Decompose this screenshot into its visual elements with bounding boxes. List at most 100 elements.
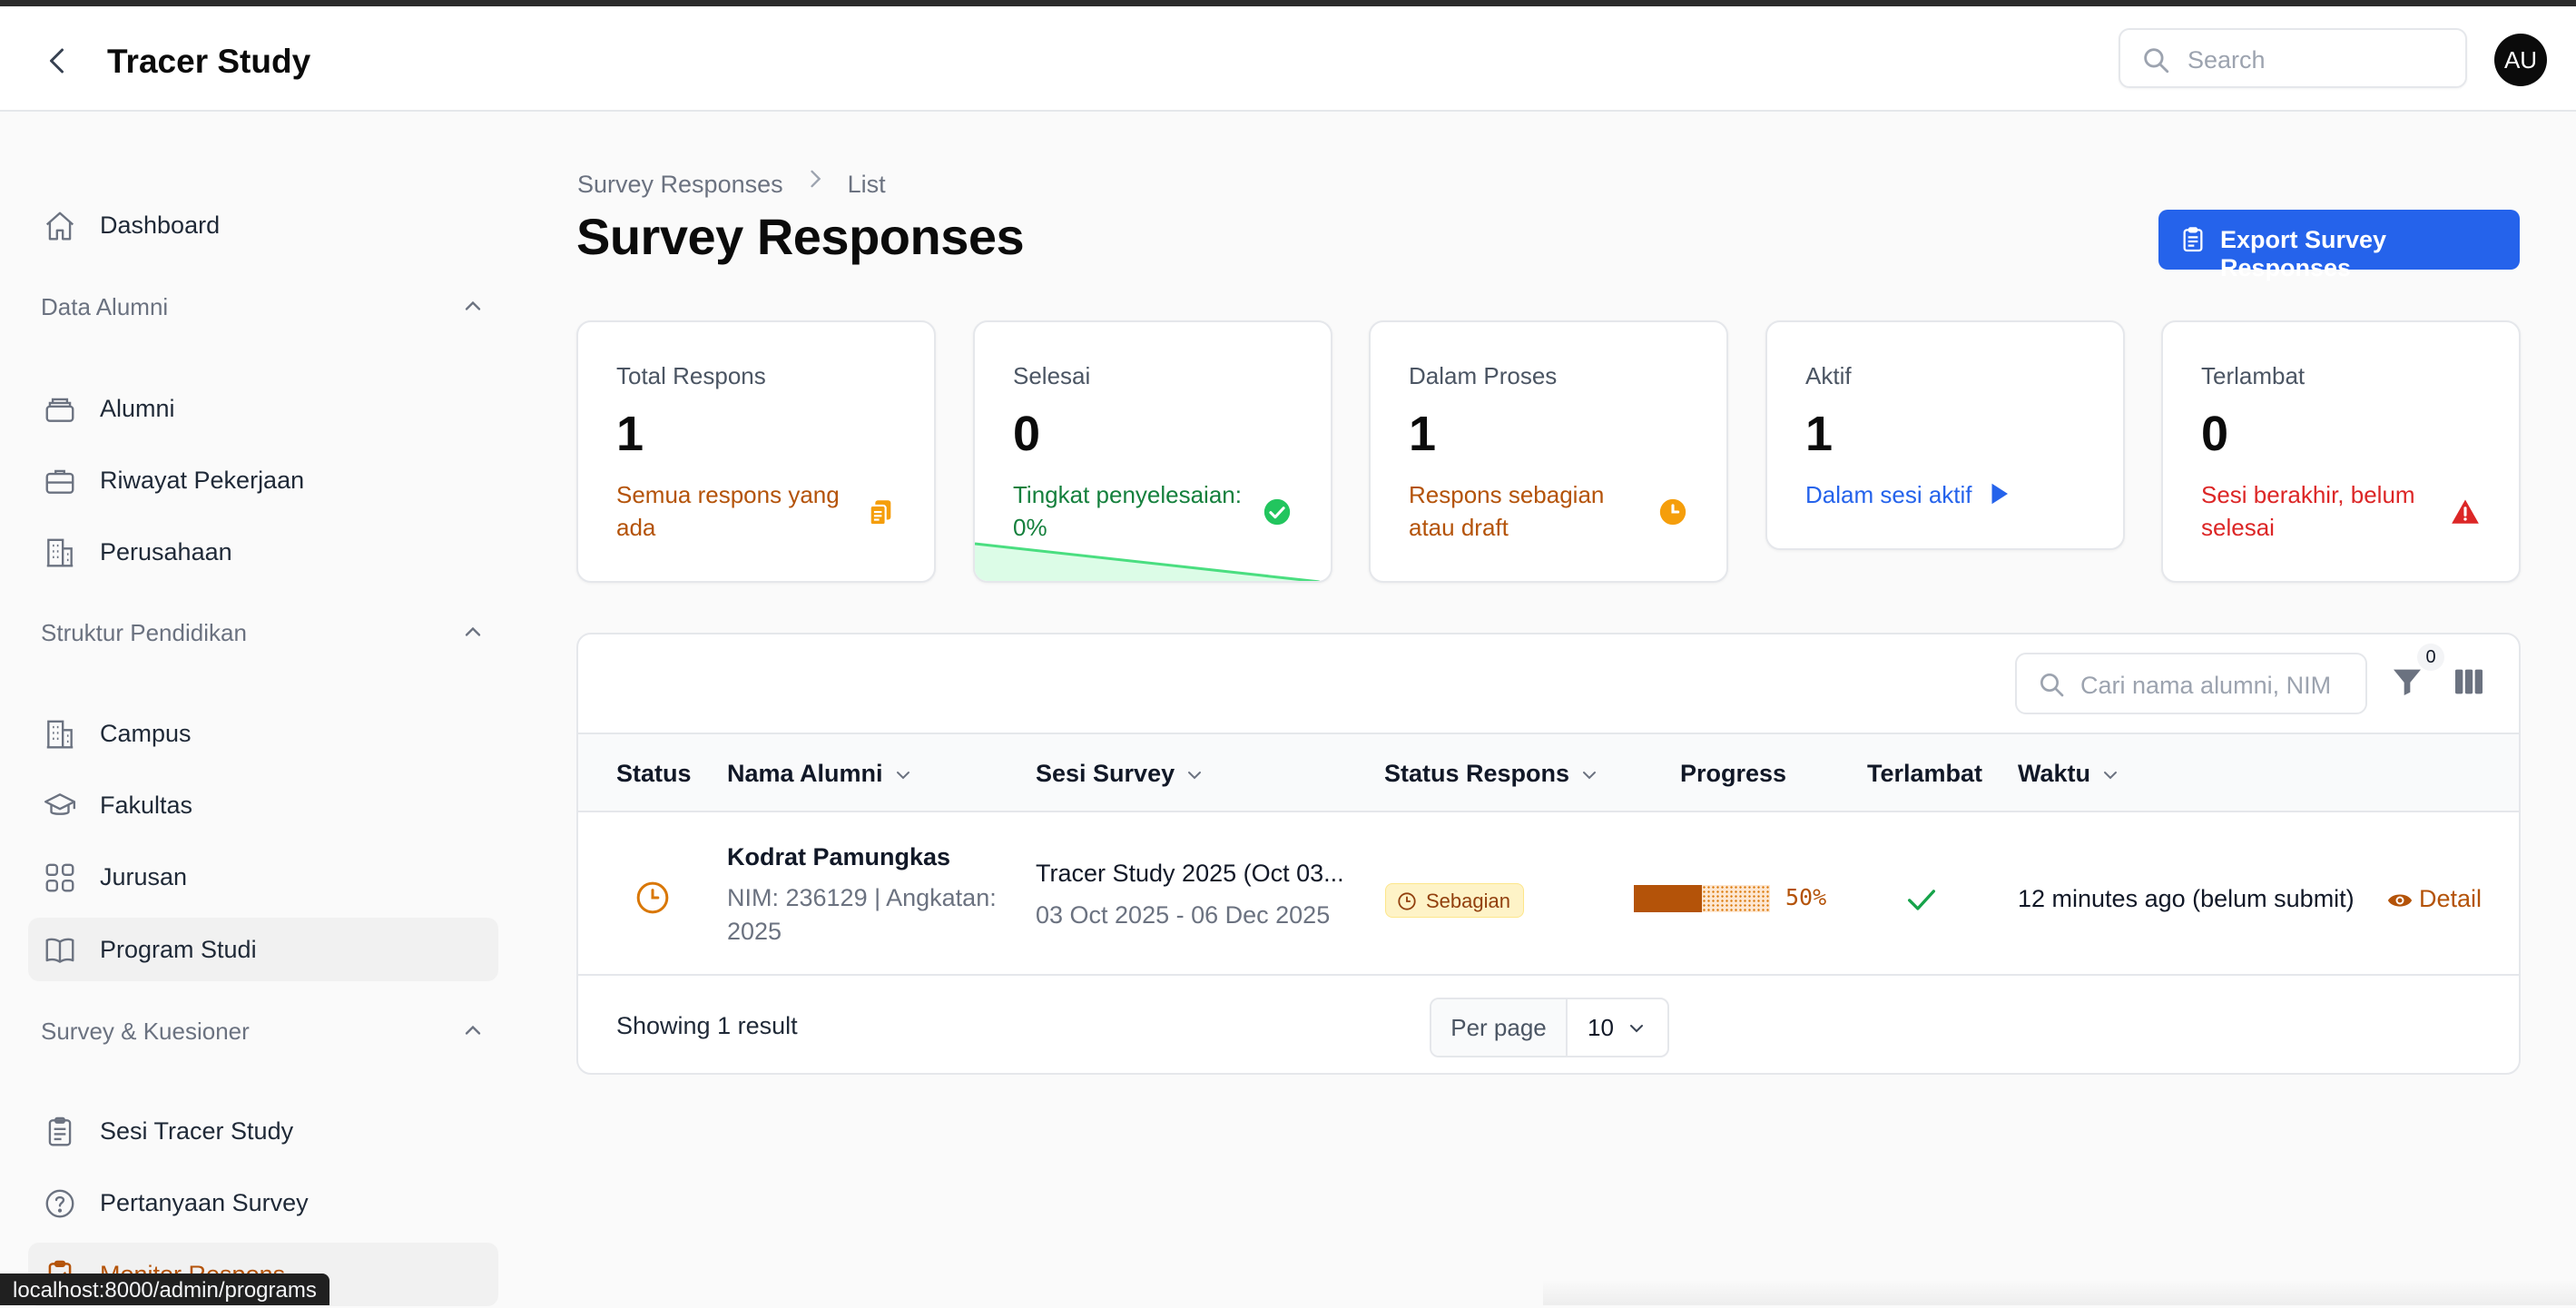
per-page-select[interactable]: Per page 10 xyxy=(1430,998,1669,1057)
documents-icon xyxy=(869,500,891,526)
sidebar-item-label: Dashboard xyxy=(100,211,221,239)
column-header-sesi-survey[interactable]: Sesi Survey xyxy=(1036,760,1205,788)
bottom-shadow xyxy=(1543,1280,2576,1305)
table-footer: Showing 1 result Per page 10 xyxy=(578,976,2519,1073)
filter-icon[interactable] xyxy=(2389,664,2425,700)
briefcase-icon xyxy=(45,469,74,494)
sidebar-item-perusahaan[interactable]: Perusahaan xyxy=(28,520,498,584)
column-header-status-respons[interactable]: Status Respons xyxy=(1384,760,1600,788)
avatar[interactable]: AU xyxy=(2494,34,2547,86)
chevron-up-icon[interactable] xyxy=(460,619,486,644)
building-icon xyxy=(46,720,74,749)
completion-sparkline xyxy=(975,542,1321,581)
sidebar-item-label: Alumni xyxy=(100,395,175,422)
stat-value: 1 xyxy=(1409,407,1437,461)
nav-group-label: Survey & Kuesioner xyxy=(41,1018,250,1045)
clipboard-icon xyxy=(2183,227,2203,252)
progress-percent: 50% xyxy=(1785,884,1827,910)
stat-card-selesai: Selesai 0 Tingkat penyelesaian: 0% xyxy=(973,320,1332,583)
sidebar-item-jurusan[interactable]: Jurusan xyxy=(28,845,498,909)
stat-value: 0 xyxy=(2201,407,2229,461)
sidebar-item-label: Fakultas xyxy=(100,792,193,819)
play-icon xyxy=(1991,483,2008,505)
column-header-progress: Progress xyxy=(1680,760,1787,787)
check-circle-icon xyxy=(1263,498,1291,526)
results-summary: Showing 1 result xyxy=(616,1012,798,1039)
browser-status-url: localhost:8000/admin/programs xyxy=(0,1274,329,1305)
sidebar-item-label: Campus xyxy=(100,720,192,747)
nav-group-label: Struktur Pendidikan xyxy=(41,619,247,646)
table-row[interactable]: Kodrat Pamungkas NIM: 236129 | Angkatan:… xyxy=(578,812,2519,976)
sidebar-item-riwayat-pekerjaan[interactable]: Riwayat Pekerjaan xyxy=(28,448,498,512)
export-button-label: Export Survey Responses xyxy=(2220,226,2387,281)
progress-bar-fill xyxy=(1634,885,1702,912)
stat-description: Dalam sesi aktif xyxy=(1805,481,1972,508)
chevron-right-icon xyxy=(811,170,821,188)
column-header-terlambat: Terlambat xyxy=(1867,760,1983,787)
sidebar-item-dashboard[interactable]: Dashboard xyxy=(28,193,498,257)
export-survey-responses-button[interactable]: Export Survey Responses xyxy=(2158,210,2520,281)
session-dates: 03 Oct 2025 - 06 Dec 2025 xyxy=(1036,901,1331,929)
book-open-icon xyxy=(45,938,74,963)
chevron-down-icon xyxy=(2104,771,2117,780)
clock-icon xyxy=(1398,892,1416,910)
alumni-name: Kodrat Pamungkas xyxy=(727,843,951,870)
stat-description: Tingkat penyelesaian: 0% xyxy=(1013,481,1242,541)
column-header-waktu[interactable]: Waktu xyxy=(2018,760,2121,788)
search-icon xyxy=(2040,674,2064,697)
warning-icon xyxy=(2452,499,2479,524)
search-icon xyxy=(2144,48,2169,74)
nav-group-survey-kuesioner[interactable]: Survey & Kuesioner xyxy=(41,1012,486,1048)
breadcrumb: Survey Responses List xyxy=(577,166,886,199)
search-placeholder: Search xyxy=(2188,46,2266,74)
nav-group-data-alumni[interactable]: Data Alumni xyxy=(41,288,486,324)
clipboard-list-icon xyxy=(48,1116,72,1146)
graduation-cap-icon xyxy=(44,793,76,815)
sidebar-item-pertanyaan-survey[interactable]: Pertanyaan Survey xyxy=(28,1171,498,1234)
waktu-text: 12 minutes ago (belum submit) xyxy=(2018,885,2355,912)
chevron-up-icon[interactable] xyxy=(460,293,486,319)
nav-group-struktur-pendidikan[interactable]: Struktur Pendidikan xyxy=(41,614,486,650)
stat-value: 1 xyxy=(1805,407,1834,461)
chevron-up-icon[interactable] xyxy=(460,1018,486,1043)
app-title: Tracer Study xyxy=(107,43,311,80)
sidebar-item-label: Jurusan xyxy=(100,863,188,890)
building-icon xyxy=(46,538,74,567)
sidebar-item-label: Program Studi xyxy=(100,936,257,963)
stat-card-aktif: Aktif 1 Dalam sesi aktif xyxy=(1765,320,2125,550)
sidebar-item-program-studi[interactable]: Program Studi xyxy=(28,918,498,981)
sidebar-item-label: Riwayat Pekerjaan xyxy=(100,467,305,494)
page-title: Survey Responses xyxy=(576,208,1025,265)
window-top-strip xyxy=(0,0,2576,6)
breadcrumb-parent[interactable]: Survey Responses xyxy=(577,171,783,199)
per-page-label: Per page xyxy=(1431,999,1568,1056)
home-icon xyxy=(45,211,74,241)
back-arrow-icon[interactable] xyxy=(42,44,74,77)
stat-description: Sesi berakhir, belum selesai xyxy=(2201,481,2415,541)
responses-table: Cari nama alumni, NIM 0 Status Nama Alum… xyxy=(576,633,2521,1075)
clock-icon xyxy=(1659,498,1686,526)
chevron-down-icon xyxy=(1583,771,1597,780)
sidebar-item-sesi-tracer-study[interactable]: Sesi Tracer Study xyxy=(28,1099,498,1163)
table-search-input[interactable]: Cari nama alumni, NIM xyxy=(2015,653,2367,714)
table-search-placeholder: Cari nama alumni, NIM xyxy=(2080,672,2332,699)
columns-icon[interactable] xyxy=(2451,664,2487,700)
sidebar-item-label: Perusahaan xyxy=(100,538,232,565)
chevron-down-icon xyxy=(1630,1025,1643,1033)
sidebar-item-fakultas[interactable]: Fakultas xyxy=(28,773,498,837)
column-header-nama-alumni[interactable]: Nama Alumni xyxy=(727,760,914,788)
nav-group-label: Data Alumni xyxy=(41,293,169,320)
filter-count-badge: 0 xyxy=(2417,644,2444,671)
stat-value: 1 xyxy=(616,407,644,461)
progress-bar xyxy=(1634,885,1770,912)
progress-bar-remaining xyxy=(1702,885,1770,912)
status-badge: Sebagian xyxy=(1385,883,1524,918)
sidebar-item-alumni[interactable]: Alumni xyxy=(28,377,498,440)
global-search-input[interactable]: Search xyxy=(2119,28,2467,88)
stack-icon xyxy=(45,398,74,422)
sidebar-item-campus[interactable]: Campus xyxy=(28,702,498,765)
stat-label: Total Respons xyxy=(616,362,766,389)
table-header: Status Nama Alumni Sesi Survey Status Re… xyxy=(578,733,2519,812)
breadcrumb-current: List xyxy=(847,171,886,199)
stat-label: Selesai xyxy=(1013,362,1091,389)
